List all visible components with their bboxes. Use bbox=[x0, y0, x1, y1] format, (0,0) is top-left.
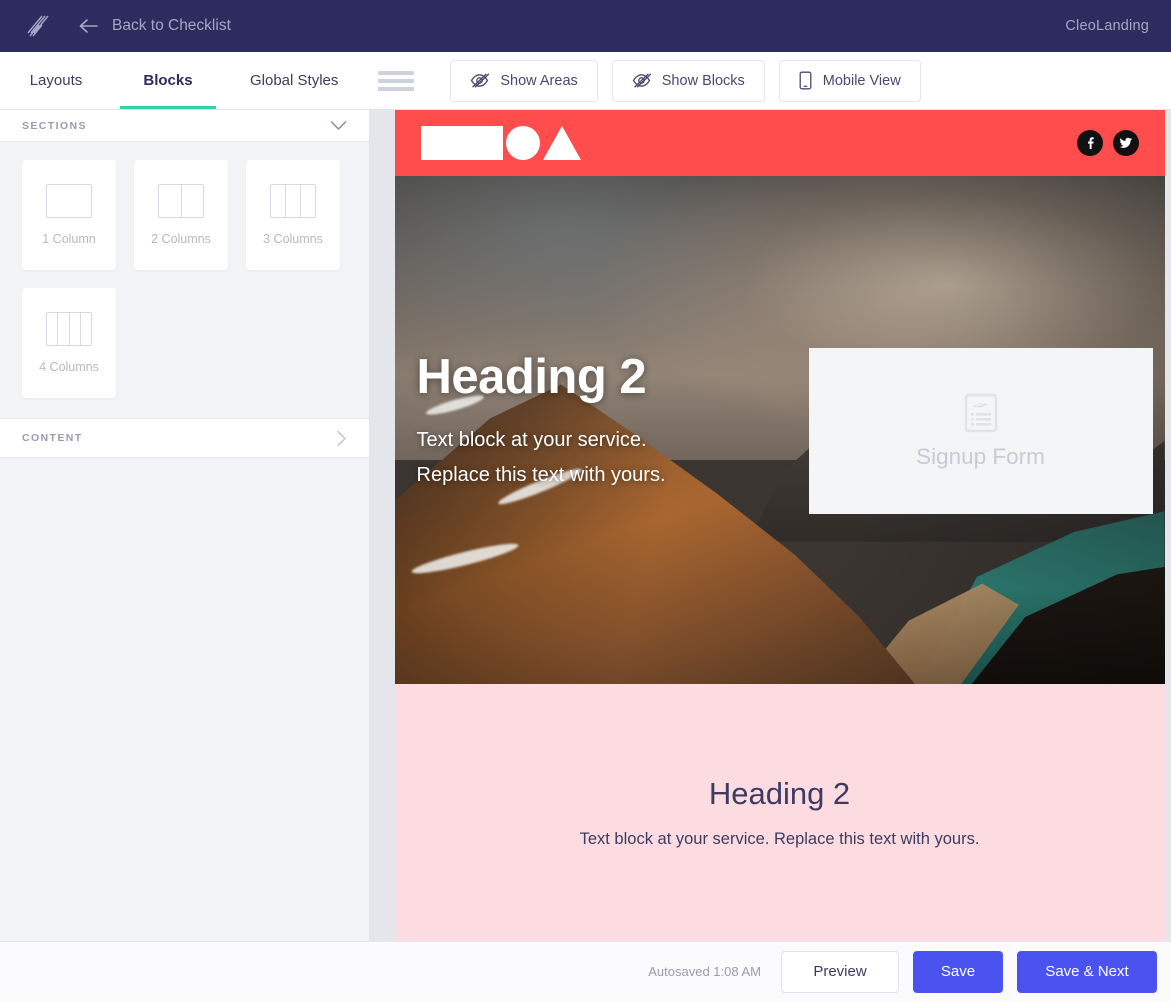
pink-text-block[interactable]: Heading 2 Text block at your service. Re… bbox=[394, 684, 1165, 941]
toolbar-buttons: Show Areas Show Blocks Mobile View bbox=[450, 52, 921, 109]
logo-circle-icon bbox=[505, 126, 540, 160]
eye-off-icon bbox=[471, 73, 490, 88]
form-document-icon bbox=[964, 393, 998, 438]
signup-form-placeholder[interactable]: Signup Form bbox=[808, 348, 1153, 514]
autosave-status: Autosaved 1:08 AM bbox=[648, 964, 761, 979]
top-bar: Back to Checklist CleoLanding bbox=[0, 0, 1171, 52]
section-card-1-column[interactable]: 1 Column bbox=[22, 160, 116, 270]
section-card-label: 4 Columns bbox=[39, 360, 99, 374]
save-button-label: Save bbox=[940, 963, 976, 980]
editor-tabs: Layouts Blocks Global Styles bbox=[0, 52, 364, 109]
mobile-view-label: Mobile View bbox=[822, 72, 901, 89]
slashes-logo-icon[interactable] bbox=[22, 11, 52, 41]
logo-rectangle-icon bbox=[420, 126, 503, 160]
bottom-action-bar: Autosaved 1:08 AM Preview Save Save & Ne… bbox=[0, 941, 1171, 1001]
hero-paragraph-line-1: Text block at your service. bbox=[416, 429, 647, 452]
sections-panel-title: SECTIONS bbox=[22, 119, 87, 132]
editor-toolbar: Layouts Blocks Global Styles Show Areas … bbox=[0, 52, 1171, 110]
show-blocks-label: Show Blocks bbox=[661, 72, 745, 89]
preview-button[interactable]: Preview bbox=[781, 950, 899, 993]
show-blocks-button[interactable]: Show Blocks bbox=[611, 59, 765, 102]
hero-text-block[interactable]: Heading 2 Text block at your service. Re… bbox=[416, 350, 797, 492]
hamburger-bar bbox=[378, 86, 415, 91]
hero-paragraph-line-2: Replace this text with yours. bbox=[416, 463, 666, 486]
section-card-label: 1 Column bbox=[42, 232, 96, 246]
eye-off-icon bbox=[632, 73, 651, 88]
hamburger-icon[interactable] bbox=[378, 70, 415, 91]
blocks-sidebar: SECTIONS 1 Column 2 Columns 3 Columns 4 … bbox=[0, 110, 370, 941]
tab-blocks-label: Blocks bbox=[143, 72, 193, 89]
two-columns-icon bbox=[158, 184, 204, 218]
content-panel-header[interactable]: CONTENT bbox=[0, 418, 369, 458]
tab-global-styles-label: Global Styles bbox=[250, 72, 339, 89]
back-link-label: Back to Checklist bbox=[112, 17, 231, 34]
hero-paragraph: Text block at your service. Replace this… bbox=[417, 423, 797, 492]
section-card-3-columns[interactable]: 3 Columns bbox=[246, 160, 340, 270]
chevron-down-icon[interactable] bbox=[330, 120, 347, 131]
pink-heading: Heading 2 bbox=[708, 776, 851, 811]
hero-block[interactable]: Heading 2 Text block at your service. Re… bbox=[394, 176, 1165, 684]
section-card-2-columns[interactable]: 2 Columns bbox=[134, 160, 228, 270]
preview-canvas: Heading 2 Text block at your service. Re… bbox=[370, 110, 1171, 941]
hamburger-bar bbox=[378, 70, 415, 75]
preview-button-label: Preview bbox=[813, 963, 867, 980]
mobile-phone-icon bbox=[799, 71, 812, 90]
hamburger-bar bbox=[378, 78, 415, 83]
show-areas-label: Show Areas bbox=[500, 72, 578, 89]
section-card-label: 2 Columns bbox=[151, 232, 211, 246]
landing-page-preview: Heading 2 Text block at your service. Re… bbox=[394, 110, 1165, 941]
save-and-next-button-label: Save & Next bbox=[1045, 963, 1129, 980]
logo-triangle-icon bbox=[542, 126, 581, 160]
sections-panel-header[interactable]: SECTIONS bbox=[0, 110, 369, 142]
section-card-4-columns[interactable]: 4 Columns bbox=[22, 288, 116, 398]
four-columns-icon bbox=[46, 312, 92, 346]
tab-blocks[interactable]: Blocks bbox=[112, 52, 224, 109]
save-and-next-button[interactable]: Save & Next bbox=[1017, 950, 1157, 993]
signup-form-label: Signup Form bbox=[916, 443, 1045, 469]
show-areas-button[interactable]: Show Areas bbox=[450, 59, 598, 102]
back-to-checklist-link[interactable]: Back to Checklist bbox=[78, 17, 231, 35]
arrow-left-icon bbox=[79, 19, 98, 33]
section-card-label: 3 Columns bbox=[263, 232, 323, 246]
social-links bbox=[1076, 130, 1139, 156]
content-panel-title: CONTENT bbox=[22, 432, 83, 444]
sections-grid: 1 Column 2 Columns 3 Columns 4 Columns bbox=[0, 142, 369, 418]
content-panel-body bbox=[0, 458, 369, 941]
hero-content: Heading 2 Text block at your service. Re… bbox=[395, 176, 1165, 684]
tab-layouts[interactable]: Layouts bbox=[0, 52, 112, 109]
hero-heading: Heading 2 bbox=[416, 350, 647, 404]
mobile-view-button[interactable]: Mobile View bbox=[778, 59, 921, 102]
site-header-block[interactable] bbox=[394, 110, 1165, 176]
tab-layouts-label: Layouts bbox=[29, 72, 83, 89]
site-logo[interactable] bbox=[420, 126, 581, 160]
app-root: Back to Checklist CleoLanding Layouts Bl… bbox=[0, 0, 1171, 1001]
twitter-icon[interactable] bbox=[1112, 130, 1139, 156]
facebook-icon[interactable] bbox=[1076, 130, 1103, 156]
save-button[interactable]: Save bbox=[913, 950, 1003, 993]
pink-paragraph: Text block at your service. Replace this… bbox=[579, 830, 980, 848]
chevron-right-icon[interactable] bbox=[336, 430, 347, 447]
one-column-icon bbox=[46, 184, 92, 218]
three-columns-icon bbox=[270, 184, 316, 218]
tab-global-styles[interactable]: Global Styles bbox=[224, 52, 364, 109]
project-name: CleoLanding bbox=[1065, 18, 1149, 34]
editor-body: SECTIONS 1 Column 2 Columns 3 Columns 4 … bbox=[0, 110, 1171, 941]
